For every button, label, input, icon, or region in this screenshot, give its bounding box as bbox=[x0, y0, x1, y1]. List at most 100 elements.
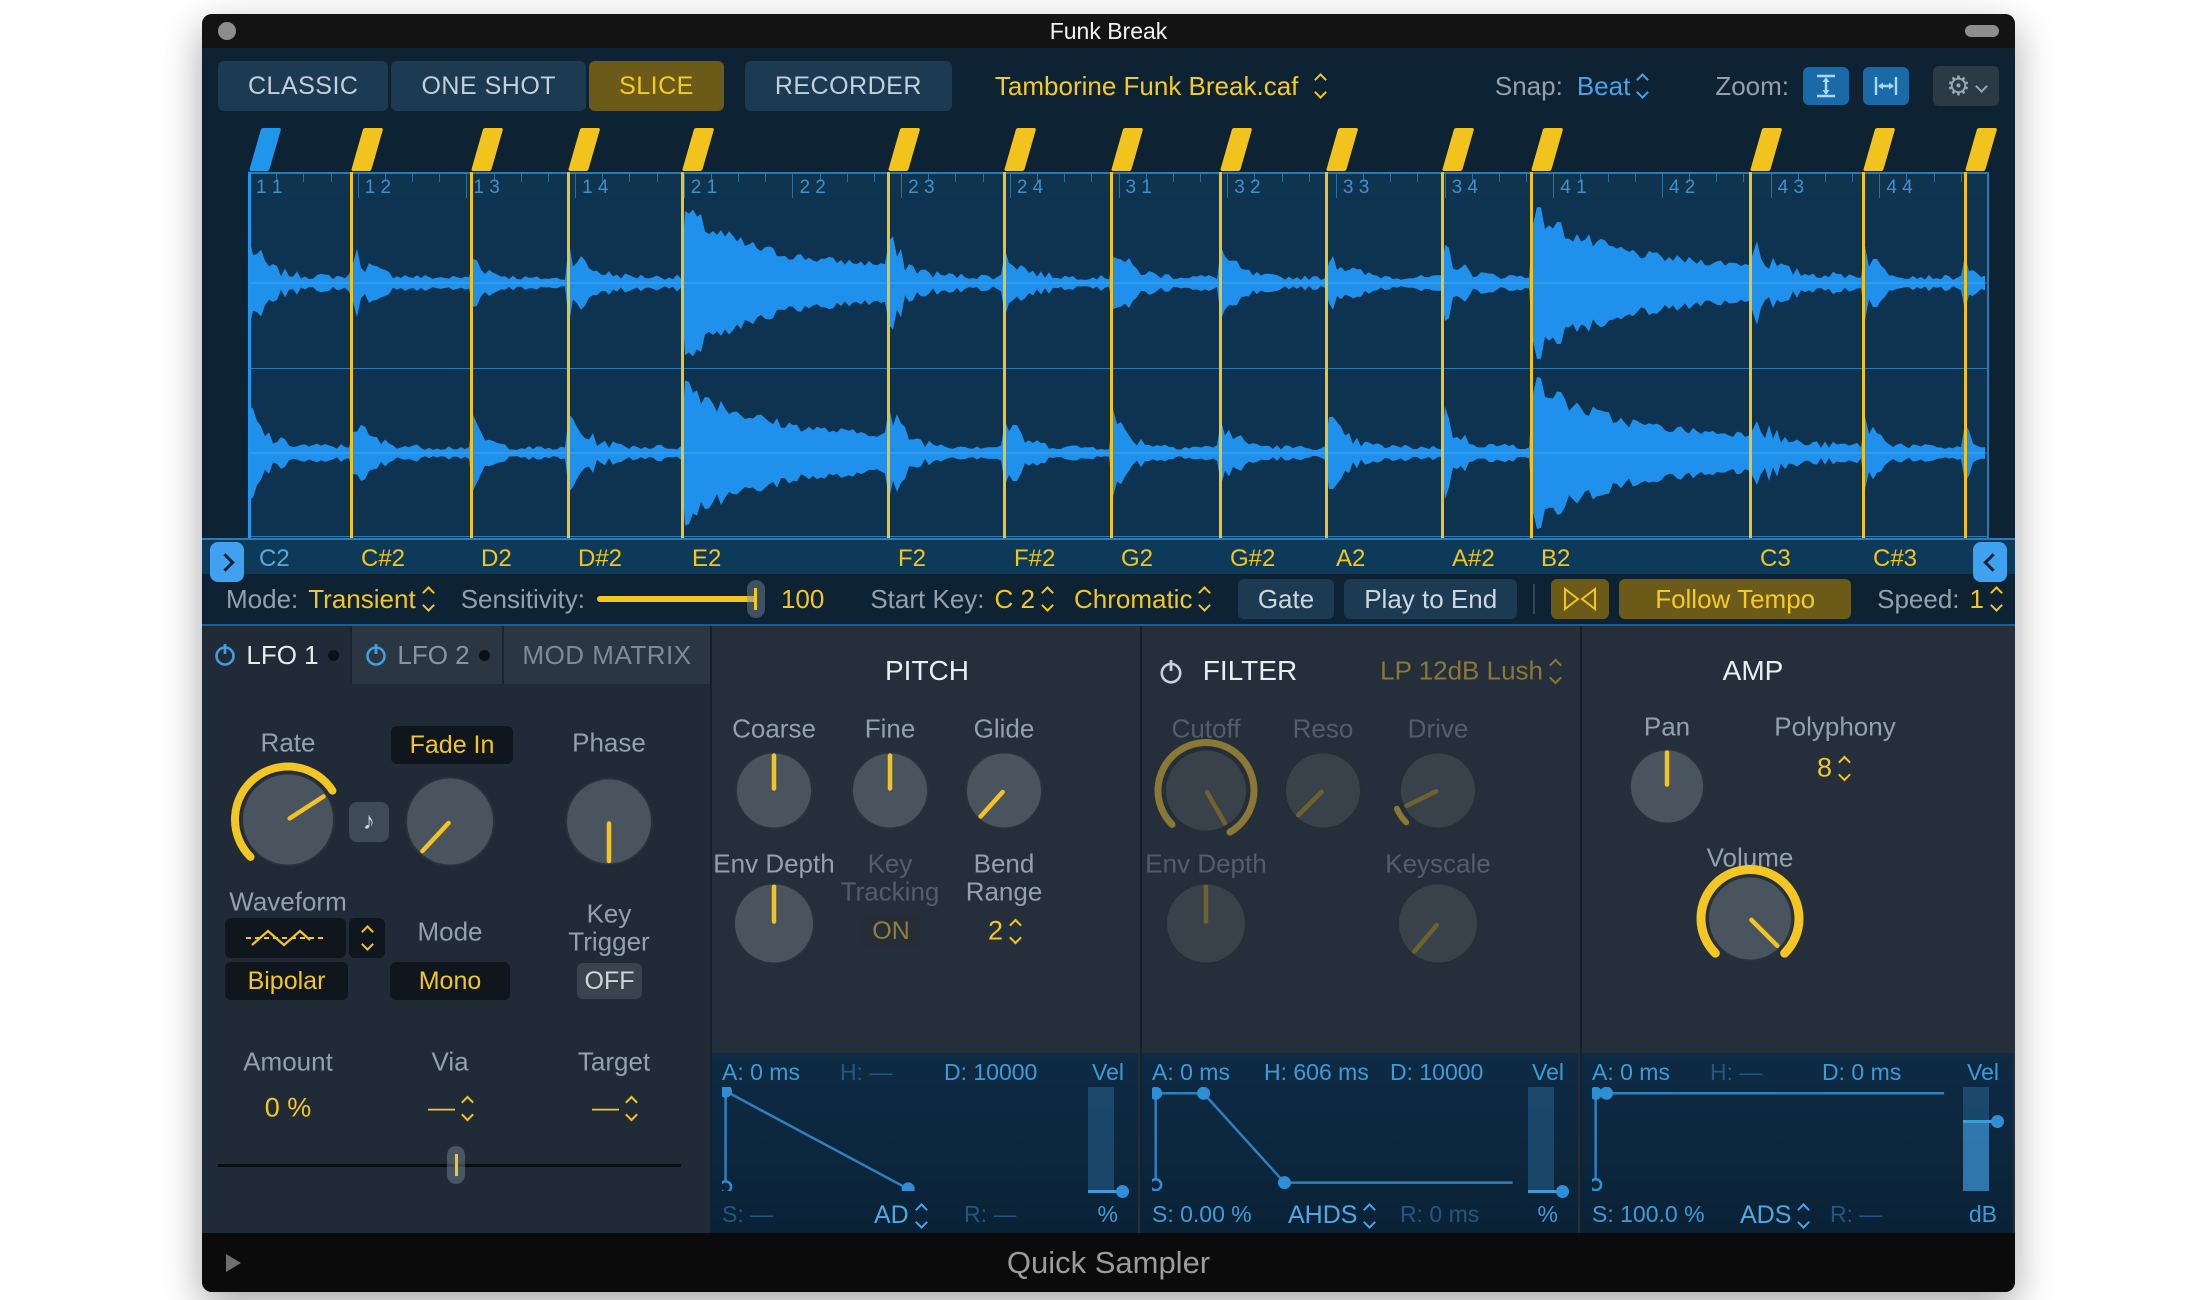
attack-value[interactable]: A: 0 ms bbox=[1592, 1059, 1670, 1086]
envelope-mode-select[interactable]: ADS bbox=[1740, 1201, 1808, 1230]
via-select[interactable]: — bbox=[428, 1093, 472, 1124]
sustain-value[interactable]: S: 100.0 % bbox=[1592, 1201, 1705, 1228]
attack-value[interactable]: A: 0 ms bbox=[1152, 1059, 1230, 1086]
decay-value[interactable]: D: 10000 bbox=[944, 1059, 1037, 1086]
slice-marker[interactable] bbox=[1219, 172, 1222, 538]
slice-marker[interactable] bbox=[681, 172, 684, 538]
decay-value[interactable]: D: 0 ms bbox=[1822, 1059, 1901, 1086]
lfo-mode-selector[interactable]: Mono bbox=[390, 962, 510, 1000]
crossfade-button[interactable] bbox=[1551, 579, 1609, 619]
sensitivity-slider[interactable] bbox=[597, 596, 757, 602]
glide-knob[interactable] bbox=[953, 740, 1055, 847]
fine-knob[interactable] bbox=[839, 740, 941, 847]
tab-slice[interactable]: SLICE bbox=[589, 61, 724, 111]
target-select[interactable]: — bbox=[592, 1093, 636, 1124]
rate-sync-button[interactable]: ♪ bbox=[349, 802, 389, 842]
envelope-graph[interactable] bbox=[1152, 1087, 1520, 1191]
tab-classic[interactable]: CLASSIC bbox=[218, 61, 388, 111]
envelope-graph[interactable] bbox=[722, 1087, 1080, 1191]
settings-menu-button[interactable]: ⚙ bbox=[1933, 66, 1999, 106]
velocity-handle-dot[interactable] bbox=[1991, 1115, 2004, 1128]
slice-marker[interactable] bbox=[350, 172, 353, 538]
hold-value[interactable]: H: — bbox=[1710, 1059, 1762, 1086]
velocity-handle-dot[interactable] bbox=[1556, 1185, 1569, 1198]
follow-tempo-button[interactable]: Follow Tempo bbox=[1619, 579, 1851, 619]
decay-value[interactable]: D: 10000 bbox=[1390, 1059, 1483, 1086]
slice-flag-icon[interactable] bbox=[471, 128, 503, 171]
tab-lfo-2[interactable]: LFO 2 bbox=[352, 626, 504, 684]
tab-lfo-1[interactable]: LFO 1 bbox=[202, 626, 352, 684]
slice-marker[interactable] bbox=[1862, 172, 1865, 538]
speed-select[interactable]: 1 bbox=[1970, 584, 2001, 615]
amount-slider-handle[interactable] bbox=[447, 1146, 465, 1184]
amp-envelope-panel[interactable]: A: 0 ms H: — D: 0 ms Vel S: 100.0 % ADS … bbox=[1580, 1053, 2013, 1233]
tab-recorder[interactable]: RECORDER bbox=[745, 61, 952, 111]
slice-flag-icon[interactable] bbox=[1442, 128, 1474, 171]
slice-marker[interactable] bbox=[1441, 172, 1444, 538]
phase-knob[interactable] bbox=[553, 766, 665, 883]
volume-knob[interactable] bbox=[1695, 864, 1805, 979]
filter-power-icon[interactable] bbox=[1158, 659, 1182, 683]
window-resize-handle[interactable] bbox=[1965, 25, 1999, 37]
slice-flag-icon[interactable] bbox=[568, 128, 600, 171]
slice-flag-icon[interactable] bbox=[1750, 128, 1782, 171]
sustain-value[interactable]: S: 0.00 % bbox=[1152, 1201, 1252, 1228]
slice-marker[interactable] bbox=[470, 172, 473, 538]
lfo-waveform-selector[interactable] bbox=[225, 918, 346, 958]
key-tracking-toggle[interactable]: ON bbox=[862, 914, 920, 948]
slice-flag-icon[interactable] bbox=[1863, 128, 1895, 171]
reso-knob[interactable] bbox=[1272, 740, 1374, 847]
play-to-end-button[interactable]: Play to End bbox=[1344, 579, 1517, 619]
pan-knob[interactable] bbox=[1617, 737, 1717, 842]
velocity-handle-dot[interactable] bbox=[1116, 1185, 1129, 1198]
hold-value[interactable]: H: 606 ms bbox=[1264, 1059, 1369, 1086]
sample-file-selector[interactable]: Tamborine Funk Break.caf bbox=[995, 71, 1325, 102]
zoom-vertical-button[interactable] bbox=[1803, 67, 1849, 105]
slice-flag-icon[interactable] bbox=[682, 128, 714, 171]
sensitivity-slider-handle[interactable] bbox=[747, 580, 765, 618]
lfo-waveform-stepper[interactable] bbox=[349, 918, 385, 958]
slice-flag-icon[interactable] bbox=[351, 128, 383, 171]
release-value[interactable]: R: — bbox=[964, 1201, 1016, 1228]
amount-slider[interactable] bbox=[218, 1164, 681, 1167]
hold-value[interactable]: H: — bbox=[840, 1059, 892, 1086]
slice-marker[interactable] bbox=[567, 172, 570, 538]
tab-mod-matrix[interactable]: MOD MATRIX bbox=[504, 626, 710, 684]
sustain-value[interactable]: S: — bbox=[722, 1201, 773, 1228]
filter-envelope-panel[interactable]: A: 0 ms H: 606 ms D: 10000 Vel S: 0.00 %… bbox=[1140, 1053, 1578, 1233]
polyphony-select[interactable]: 8 bbox=[1817, 753, 1849, 784]
envelope-mode-select[interactable]: AD bbox=[874, 1201, 926, 1230]
power-icon[interactable] bbox=[364, 643, 388, 667]
bend-range-select[interactable]: 2 bbox=[988, 916, 1020, 947]
mode-select[interactable]: Transient bbox=[308, 584, 432, 615]
slice-flag-icon[interactable] bbox=[888, 128, 920, 171]
start-key-select[interactable]: C 2 bbox=[995, 584, 1052, 615]
slice-marker[interactable] bbox=[1110, 172, 1113, 538]
slice-marker[interactable] bbox=[1749, 172, 1752, 538]
amount-value[interactable]: 0 % bbox=[265, 1093, 312, 1124]
slice-flag-icon[interactable] bbox=[1111, 128, 1143, 171]
keyscale-knob[interactable] bbox=[1385, 871, 1491, 982]
slice-marker[interactable] bbox=[1003, 172, 1006, 538]
fade-in-knob[interactable] bbox=[393, 765, 507, 884]
scale-select[interactable]: Chromatic bbox=[1074, 584, 1209, 615]
drive-knob[interactable] bbox=[1387, 740, 1489, 847]
rate-knob[interactable] bbox=[229, 761, 347, 884]
filter-env-depth-knob[interactable] bbox=[1153, 871, 1259, 982]
tab-one-shot[interactable]: ONE SHOT bbox=[391, 61, 586, 111]
slice-flag-icon[interactable] bbox=[1004, 128, 1036, 171]
coarse-knob[interactable] bbox=[723, 740, 825, 847]
cutoff-knob[interactable] bbox=[1152, 737, 1260, 850]
slice-flag-icon[interactable] bbox=[1326, 128, 1358, 171]
zoom-horizontal-button[interactable] bbox=[1863, 67, 1909, 105]
waveform-display[interactable]: 1 11 21 31 42 12 22 32 43 13 23 33 44 14… bbox=[202, 124, 2015, 574]
attack-value[interactable]: A: 0 ms bbox=[722, 1059, 800, 1086]
velocity-slider[interactable] bbox=[1088, 1087, 1114, 1191]
slice-flag-icon[interactable] bbox=[1220, 128, 1252, 171]
fade-in-selector[interactable]: Fade In bbox=[391, 726, 513, 764]
slice-flag-icon[interactable] bbox=[1531, 128, 1563, 171]
velocity-slider[interactable] bbox=[1528, 1087, 1554, 1191]
polarity-selector[interactable]: Bipolar bbox=[225, 962, 348, 1000]
slice-marker[interactable] bbox=[1964, 172, 1967, 538]
slice-marker[interactable] bbox=[248, 172, 251, 538]
